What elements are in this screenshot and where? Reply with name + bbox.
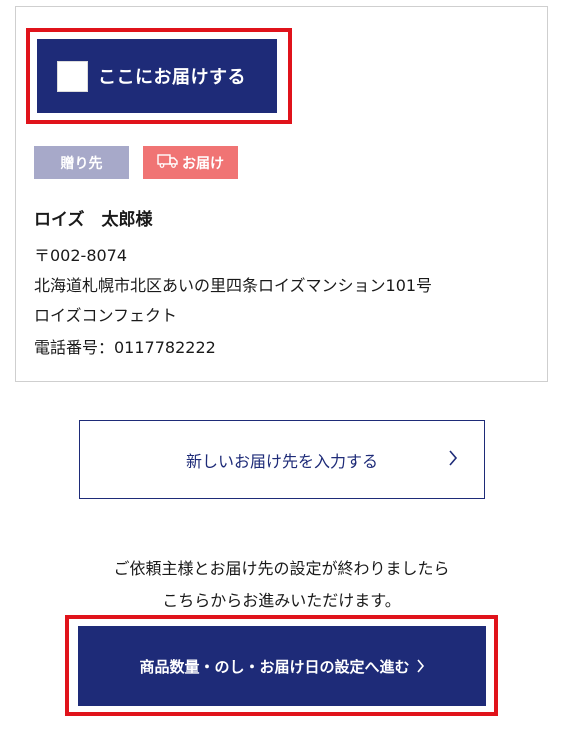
- recipient-tag: 贈り先: [34, 146, 129, 179]
- postal-code: 〒002-8074: [34, 246, 128, 265]
- new-address-label: 新しいお届け先を入力する: [185, 451, 378, 471]
- new-address-button[interactable]: 新しいお届け先を入力する: [79, 420, 485, 499]
- truck-icon: [157, 153, 182, 172]
- street-address: 北海道札幌市北区あいの里四条ロイズマンション101号: [34, 276, 433, 295]
- recipient-name: ロイズ 太郎様: [34, 210, 153, 230]
- delivery-tag: お届け: [143, 146, 238, 179]
- chevron-right-icon: [448, 449, 458, 471]
- proceed-label: 商品数量・のし・お届け日の設定へ進む: [139, 657, 410, 676]
- delivery-tag-label: お届け: [182, 155, 224, 172]
- proceed-button[interactable]: 商品数量・のし・お届け日の設定へ進む: [78, 626, 486, 706]
- deliver-here-label: ここにお届けする: [98, 67, 246, 88]
- recipient-tag-label: 贈り先: [60, 155, 103, 172]
- deliver-here-checkbox[interactable]: [57, 60, 88, 92]
- chevron-right-icon: [416, 658, 425, 674]
- company-name: ロイズコンフェクト: [34, 306, 178, 325]
- deliver-here-button[interactable]: ここにお届けする: [37, 39, 277, 113]
- phone-number: 電話番号：0117782222: [34, 338, 216, 357]
- info-text-line-1: ご依頼主様とお届け先の設定が終わりましたら: [113, 559, 450, 578]
- info-text-line-2: こちらからお進みいただけます。: [162, 591, 401, 610]
